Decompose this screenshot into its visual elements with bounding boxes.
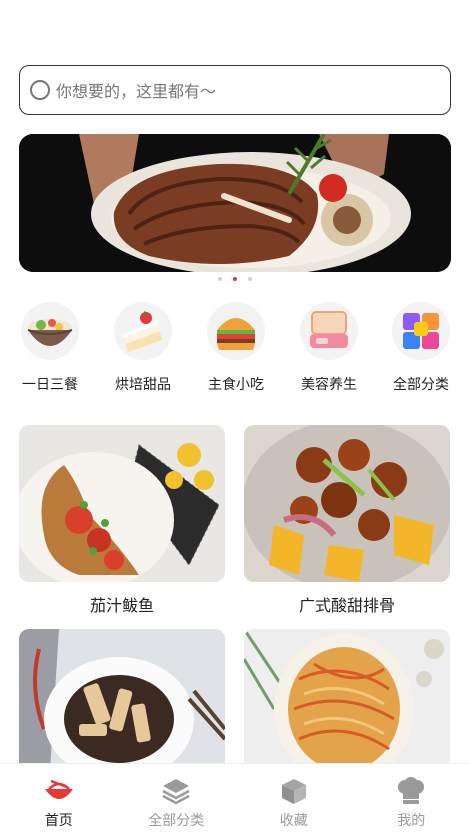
- recipe-title: 广式酸甜排骨: [298, 596, 395, 615]
- chef-hat-icon: [395, 776, 427, 806]
- cubes-icon: [392, 302, 450, 360]
- category-all[interactable]: 全部分类: [381, 302, 461, 394]
- category-health[interactable]: 美容养生: [289, 302, 369, 394]
- recipe-card[interactable]: 广式酸甜排骨: [244, 425, 450, 616]
- category-label: 主食小吃: [208, 377, 264, 393]
- banner-steak-image: [19, 134, 451, 272]
- recipe-image: [19, 425, 225, 582]
- category-label: 烘培甜品: [115, 377, 171, 393]
- banner-dot-active[interactable]: [233, 277, 237, 281]
- tab-label: 收藏: [279, 813, 308, 829]
- tab-categories[interactable]: 全部分类: [118, 764, 236, 837]
- recipe-image: [244, 425, 450, 582]
- category-label: 全部分类: [393, 377, 449, 393]
- category-dessert[interactable]: 烘培甜品: [103, 302, 183, 394]
- recipe-title: 茄汁鲅鱼: [89, 596, 154, 615]
- tab-label: 全部分类: [148, 813, 205, 829]
- cake-icon: [114, 302, 172, 360]
- banner-dot[interactable]: [248, 277, 252, 281]
- tab-label: 首页: [44, 813, 73, 829]
- banner-indicator: [0, 277, 470, 281]
- banner-carousel[interactable]: [19, 134, 451, 272]
- search-placeholder: 你想要的，这里都有～: [56, 82, 217, 101]
- tab-label: 我的: [397, 813, 426, 829]
- tab-favorites[interactable]: 收藏: [235, 764, 353, 837]
- search-icon: [30, 80, 50, 100]
- noodle-bowl-icon: [21, 302, 79, 360]
- category-row: 一日三餐 烘培甜品 主食小吃 美容养生 全部分类: [0, 302, 470, 397]
- recipe-card[interactable]: 茄汁鲅鱼: [19, 425, 225, 616]
- category-meals[interactable]: 一日三餐: [10, 302, 90, 394]
- bottom-tab-bar: 首页 全部分类 收藏 我的: [0, 763, 470, 837]
- banner-dot[interactable]: [218, 277, 222, 281]
- layers-icon: [160, 776, 192, 806]
- burger-icon: [207, 302, 265, 360]
- box-icon: [278, 776, 310, 806]
- search-bar[interactable]: 你想要的，这里都有～: [19, 65, 451, 115]
- tab-profile[interactable]: 我的: [353, 764, 470, 837]
- category-staples[interactable]: 主食小吃: [196, 302, 276, 394]
- lunchbox-icon: [300, 302, 358, 360]
- category-label: 一日三餐: [22, 377, 78, 393]
- category-label: 美容养生: [301, 377, 357, 393]
- bowl-icon: [43, 776, 75, 806]
- tab-home[interactable]: 首页: [0, 764, 118, 837]
